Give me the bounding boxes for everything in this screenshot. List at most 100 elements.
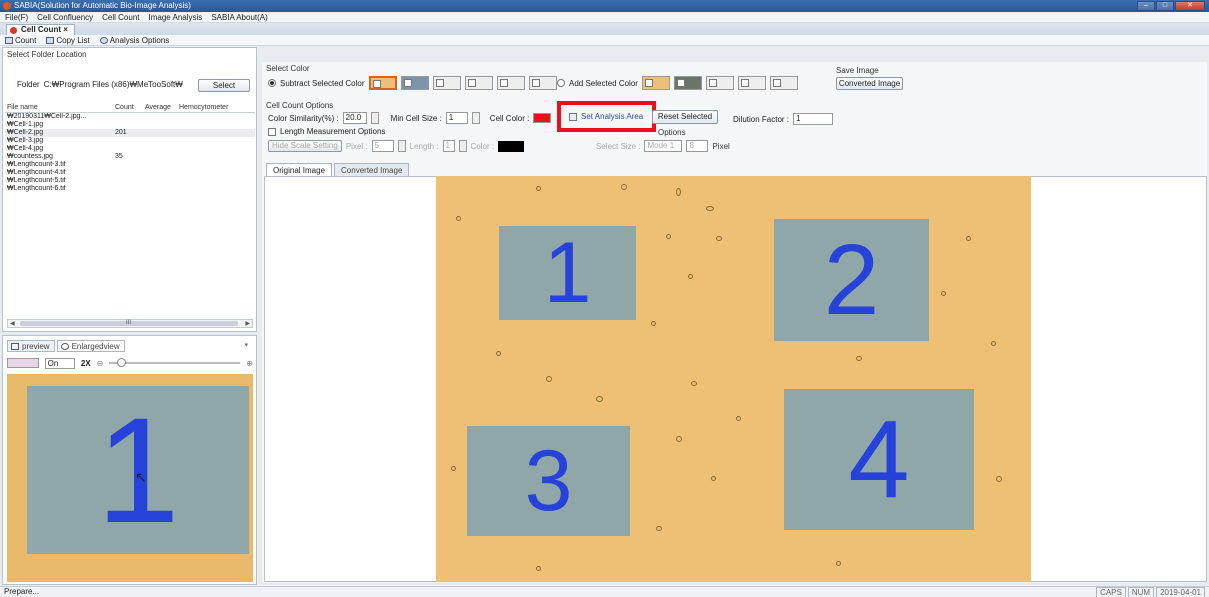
reset-selected-button[interactable]: Reset Selected (652, 110, 718, 124)
zoom-out-icon[interactable]: ⊖ (97, 359, 104, 368)
slot-checkbox[interactable] (740, 79, 749, 87)
slot-checkbox[interactable] (372, 80, 381, 88)
slot-checkbox[interactable] (499, 79, 508, 87)
enlarged-image[interactable]: 1 ↖ (7, 374, 253, 582)
subtract-color-slot-6[interactable] (528, 76, 557, 90)
color-similarity-input[interactable]: 20.0 (342, 112, 367, 124)
panel-menu-icon[interactable]: ▾ (244, 341, 248, 349)
size-input[interactable]: 8 (686, 140, 709, 152)
file-list-scrollbar[interactable]: ◀ III ▶ (7, 319, 253, 328)
slot-checkbox[interactable] (531, 79, 540, 87)
zoom-slider[interactable] (109, 358, 241, 367)
menu-image-analysis[interactable]: Image Analysis (149, 12, 203, 22)
converted-image-button[interactable]: Converted Image (836, 77, 903, 90)
slot-checkbox[interactable] (403, 79, 412, 87)
tab-enlarged-view[interactable]: Enlargedview (56, 340, 125, 352)
slot-checkbox[interactable] (467, 79, 476, 87)
tab-preview[interactable]: preview (7, 340, 55, 352)
table-row[interactable]: ₩20190311₩Cell-2.jpg... (5, 113, 255, 121)
length-color-swatch[interactable] (498, 140, 525, 152)
pixel-spinner[interactable] (397, 140, 406, 152)
close-button[interactable]: ✕ (1175, 1, 1205, 11)
cell-image[interactable]: 1 2 3 4 (436, 176, 1031, 582)
column-average[interactable]: Average (145, 103, 179, 112)
color-similarity-spinner[interactable] (370, 112, 379, 124)
region-number: 3 (524, 433, 573, 529)
add-color-slot-2[interactable] (673, 76, 702, 90)
subtract-color-slot-2[interactable] (400, 76, 429, 90)
select-folder-button[interactable]: Select (198, 79, 250, 92)
analysis-region-2[interactable]: 2 (774, 219, 929, 341)
add-color-slot-4[interactable] (737, 76, 766, 90)
min-cell-size-spinner[interactable] (471, 112, 480, 124)
tab-converted-image[interactable]: Converted Image (334, 163, 410, 177)
table-row[interactable]: ₩Lengthcount-3.tif (5, 161, 255, 169)
slot-checkbox[interactable] (676, 79, 685, 87)
cell (676, 436, 682, 442)
table-row[interactable]: ₩Lengthcount-5.tif (5, 177, 255, 185)
add-color-slot-5[interactable] (769, 76, 798, 90)
analysis-options-button[interactable]: Analysis Options (99, 35, 169, 45)
dilution-factor-input[interactable]: 1 (793, 113, 834, 125)
column-hemocytometer[interactable]: Hemocytometer (179, 103, 249, 112)
maximize-button[interactable]: □ (1156, 1, 1174, 11)
select-size-label: Select Size : (596, 141, 641, 151)
add-color-slot-3[interactable] (705, 76, 734, 90)
length-measurement-checkbox[interactable] (268, 127, 276, 136)
hide-scale-setting-button[interactable]: Hide Scale Setting (268, 140, 342, 152)
cell-color-swatch[interactable] (533, 113, 552, 123)
menu-about[interactable]: SABIA About(A) (211, 12, 267, 22)
subtract-color-slot-3[interactable] (432, 76, 461, 90)
table-row[interactable]: ₩Cell-4.jpg (5, 145, 255, 153)
slot-checkbox[interactable] (708, 79, 717, 87)
menu-cell-count[interactable]: Cell Count (102, 12, 139, 22)
zoom-slider-knob[interactable] (117, 358, 127, 367)
add-color-radio[interactable] (557, 79, 565, 87)
cell (651, 321, 656, 326)
mode-dropdown[interactable]: Mode 1 (644, 140, 683, 152)
column-file-name[interactable]: File name (5, 103, 115, 112)
table-row[interactable]: ₩Lengthcount-6.tif (5, 185, 255, 193)
copy-list-button[interactable]: Copy List (46, 35, 90, 45)
subtract-color-slot-1[interactable] (368, 76, 397, 90)
pixel-input[interactable]: 5 (371, 140, 394, 152)
min-cell-size-input[interactable]: 1 (445, 112, 468, 124)
table-row[interactable]: ₩countess.jpg 35 (5, 153, 255, 161)
count-icon (5, 36, 13, 44)
tab-original-image[interactable]: Original Image (266, 163, 333, 177)
subtract-color-slot-5[interactable] (496, 76, 525, 90)
count-button[interactable]: Count (5, 35, 36, 45)
preview-on-toggle[interactable]: On (44, 357, 75, 369)
status-indicators: CAPS NUM 2019-04-01 (1096, 587, 1205, 597)
zoom-in-icon[interactable]: ⊕ (246, 359, 253, 368)
table-row[interactable]: ₩Lengthcount-4.tif (5, 169, 255, 177)
tab-cell-count[interactable]: Cell Count × (6, 24, 75, 35)
menu-file[interactable]: File(F) (5, 12, 28, 22)
column-count[interactable]: Count (115, 103, 145, 112)
subtract-color-slot-4[interactable] (464, 76, 493, 90)
add-color-slot-1[interactable] (641, 76, 670, 90)
cell (621, 184, 627, 190)
slot-checkbox[interactable] (435, 79, 444, 87)
scroll-left-icon[interactable]: ◀ (10, 320, 15, 327)
mouse-cursor-icon: ↖ (135, 469, 147, 485)
analysis-region-1[interactable]: 1 (499, 226, 636, 320)
menu-cell-confluency[interactable]: Cell Confluency (37, 12, 93, 22)
table-row[interactable]: ₩Cell-1.jpg (5, 121, 255, 129)
copy-list-label: Copy List (56, 35, 90, 45)
dilution-factor-label: Dilution Factor : (733, 114, 790, 124)
analysis-region-4[interactable]: 4 (784, 389, 974, 530)
region-number: 1 (543, 225, 592, 321)
length-spinner[interactable] (458, 140, 467, 152)
num-indicator: NUM (1127, 587, 1155, 597)
table-row[interactable]: ₩Cell-3.jpg (5, 137, 255, 145)
table-row[interactable]: ₩Cell-2.jpg 201 (5, 129, 255, 137)
length-input[interactable]: 1 (442, 140, 455, 152)
minimize-button[interactable]: – (1137, 1, 1155, 11)
slot-checkbox[interactable] (772, 79, 781, 87)
preview-color-swatch[interactable] (7, 358, 39, 368)
subtract-color-radio[interactable] (268, 79, 276, 87)
analysis-region-3[interactable]: 3 (467, 426, 630, 536)
slot-checkbox[interactable] (644, 79, 653, 87)
scroll-right-icon[interactable]: ▶ (245, 320, 250, 327)
